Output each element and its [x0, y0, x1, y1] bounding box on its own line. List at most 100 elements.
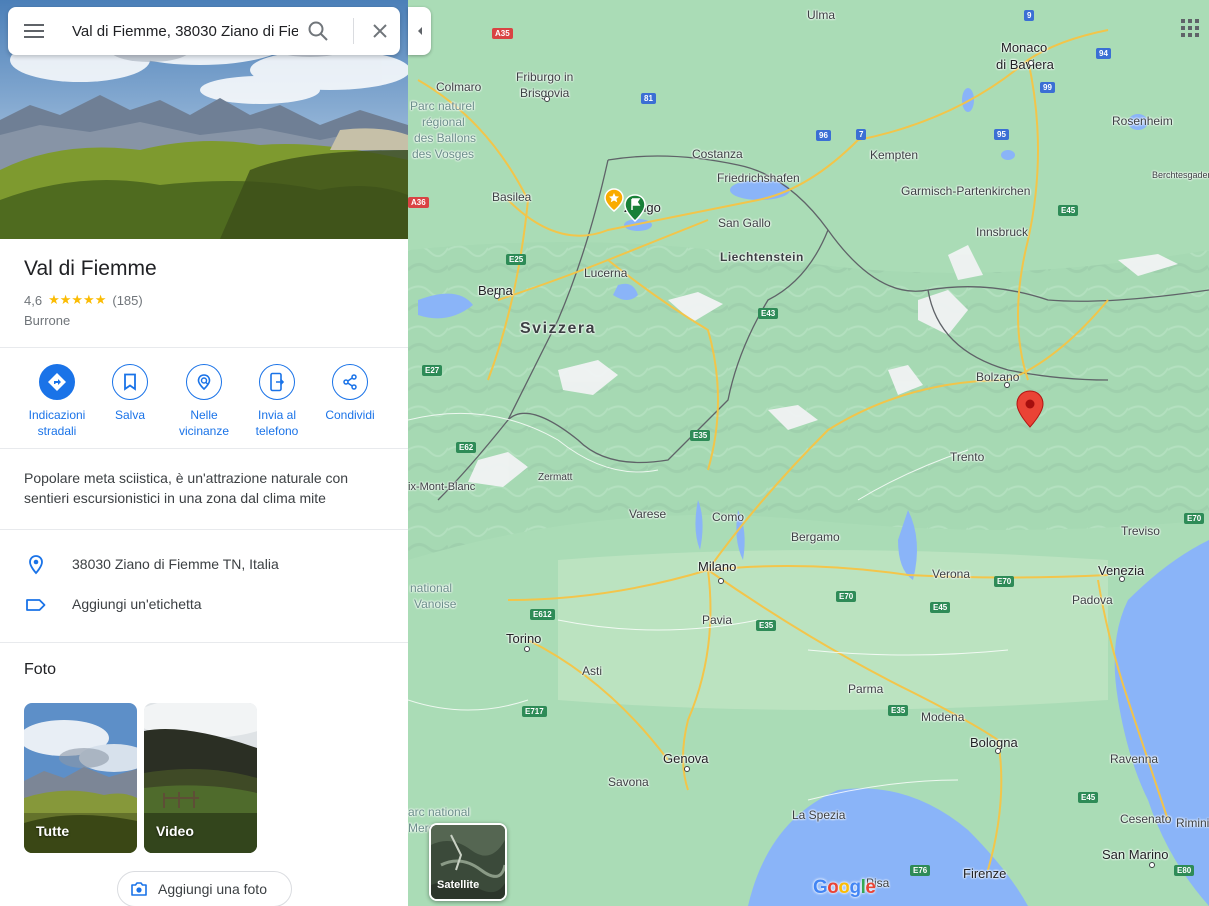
flag-marker[interactable] [624, 194, 646, 223]
label-sangallo: San Gallo [718, 216, 771, 230]
city-dot-sanmarino [1149, 862, 1155, 868]
satellite-layer-button[interactable]: Satellite [429, 823, 507, 901]
shield-e612: E612 [530, 609, 555, 620]
add-label-row[interactable]: Aggiungi un'etichetta [0, 589, 408, 621]
search-button[interactable] [306, 19, 330, 43]
place-category[interactable]: Burrone [24, 313, 70, 328]
camera-icon [131, 882, 147, 896]
send-to-phone-icon [270, 372, 285, 392]
shield-e45-c: E45 [1078, 792, 1099, 803]
label-parc-3: des Ballons [414, 131, 477, 145]
label-parc-1: Parc naturel [410, 99, 475, 113]
label-montblanc: ix-Mont-Blanc [408, 481, 476, 493]
photo-tile-all[interactable]: Tutte [24, 703, 137, 853]
add-photo-label: Aggiungi una foto [158, 881, 267, 897]
send-to-phone-label: Invia al telefono [255, 408, 299, 438]
shield-99: 99 [1040, 82, 1055, 93]
review-count[interactable]: (185) [112, 293, 142, 308]
label-berchtesgaden: Berchtesgaden [1152, 170, 1209, 180]
label-sanmarino: San Marino [1102, 847, 1169, 862]
google-logo-letter: g [849, 877, 862, 898]
label-laspezia: La Spezia [792, 808, 846, 822]
address-row[interactable]: 38030 Ziano di Fiemme TN, Italia [0, 549, 408, 581]
label-friedrichshafen: Friedrichshafen [717, 171, 800, 185]
google-logo-letter: e [865, 877, 876, 898]
label-asti: Asti [582, 664, 603, 678]
shield-a36: A36 [408, 197, 429, 208]
label-firenze: Firenze [963, 866, 1007, 881]
place-title: Val di Fiemme [24, 257, 157, 280]
shield-7: 7 [856, 129, 867, 140]
shield-e25: E25 [506, 254, 527, 265]
label-vanoise: Vanoise [414, 597, 457, 611]
label-genova: Genova [663, 751, 709, 766]
label-trento: Trento [950, 450, 985, 464]
label-varese: Varese [629, 507, 667, 521]
label-modena: Modena [921, 710, 965, 724]
city-dot-torino [524, 646, 530, 652]
add-photo-button[interactable]: Aggiungi una foto [117, 871, 292, 906]
label-savona: Savona [608, 775, 649, 789]
shield-81: 81 [641, 93, 656, 104]
city-dot-berna [494, 293, 500, 299]
shield-e45-a: E45 [930, 602, 951, 613]
apps-grid-icon [1181, 19, 1199, 37]
label-pavia: Pavia [702, 613, 733, 627]
city-dot-friburgo [544, 96, 550, 102]
share-icon [343, 374, 357, 390]
apps-button[interactable] [1180, 18, 1200, 38]
shield-e717: E717 [522, 706, 547, 717]
label-treviso: Treviso [1121, 524, 1160, 538]
map-canvas[interactable]: Ulma Monaco di Baviera Colmaro Friburgo … [408, 0, 1209, 906]
label-innsbruck: Innsbruck [976, 225, 1029, 239]
shield-e70-c: E70 [1184, 513, 1205, 524]
search-input[interactable] [72, 19, 298, 43]
chevron-left-icon [417, 27, 422, 35]
menu-button[interactable] [22, 21, 46, 41]
label-cesenatico: Cesenato [1120, 812, 1172, 826]
shield-e70-a: E70 [836, 591, 857, 602]
shield-e27: E27 [422, 365, 443, 376]
divider [0, 529, 408, 530]
city-dot-venezia [1119, 576, 1125, 582]
search-icon [308, 21, 328, 41]
photo-tile-video-label: Video [156, 823, 194, 839]
photos-heading: Foto [24, 661, 57, 678]
shield-e35-c: E35 [888, 705, 909, 716]
saved-star-marker[interactable] [604, 188, 624, 212]
photo-tile-video[interactable]: Video [144, 703, 257, 853]
label-baviera: di Baviera [996, 57, 1054, 72]
label-lucerna: Lucerna [584, 266, 628, 280]
satellite-label: Satellite [437, 879, 480, 891]
label-kempten: Kempten [870, 148, 919, 162]
shield-94: 94 [1096, 48, 1111, 59]
maps-app: Ulma Monaco di Baviera Colmaro Friburgo … [0, 0, 1209, 906]
map-pin-icon [1016, 390, 1044, 428]
label-torino: Torino [506, 631, 542, 646]
place-description: Popolare meta sciistica, è un'attrazione… [24, 470, 349, 506]
shield-95: 95 [994, 129, 1009, 140]
label-bologna: Bologna [970, 735, 1018, 750]
label-parma: Parma [848, 682, 884, 696]
directions-button[interactable]: Indicazioni stradali [17, 364, 97, 439]
save-button[interactable]: Salva [90, 364, 170, 423]
bookmark-icon [124, 373, 136, 391]
collapse-panel-button[interactable] [408, 7, 431, 55]
search-divider [353, 18, 354, 44]
nearby-label: Nelle vicinanze [178, 408, 230, 438]
label-basilea: Basilea [492, 190, 532, 204]
clear-search-button[interactable] [368, 19, 392, 43]
city-dot-bologna [995, 748, 1001, 754]
send-to-phone-button[interactable]: Invia al telefono [237, 364, 317, 439]
place-marker[interactable] [1016, 390, 1044, 428]
flag-pin-icon [624, 194, 646, 223]
label-zermatt: Zermatt [538, 472, 573, 483]
star-pin-icon [604, 188, 624, 212]
share-button[interactable]: Condividi [310, 364, 390, 423]
label-ravenna: Ravenna [1110, 752, 1159, 766]
shield-e43: E43 [758, 308, 779, 319]
nearby-button[interactable]: Nelle vicinanze [164, 364, 244, 439]
nearby-icon [197, 374, 211, 391]
label-bolzano: Bolzano [976, 370, 1020, 384]
divider [0, 347, 408, 348]
